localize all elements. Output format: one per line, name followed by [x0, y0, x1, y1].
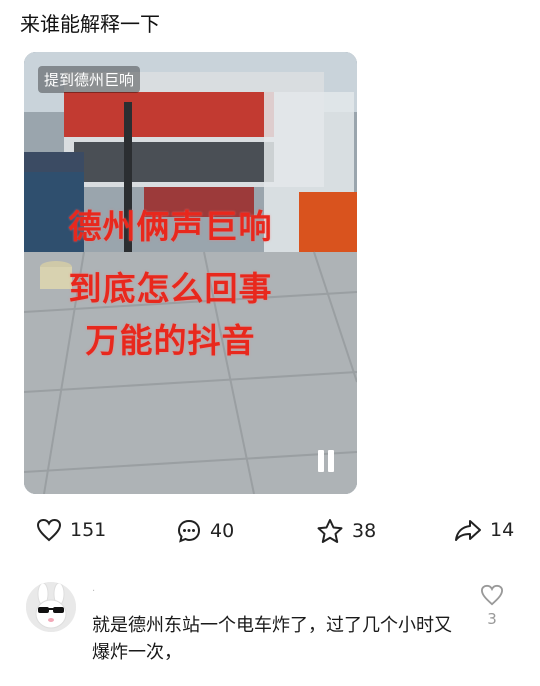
favorite-button[interactable]: 38 [316, 518, 376, 544]
comment-item: · 就是德州东站一个电车炸了，过了几个小时又爆炸一次， 3 [0, 576, 540, 686]
avatar[interactable] [26, 582, 76, 632]
heart-icon [36, 518, 62, 542]
comment-icon [177, 519, 201, 543]
share-icon [455, 520, 481, 541]
comment-text: 就是德州东站一个电车炸了，过了几个小时又爆炸一次， [92, 615, 452, 663]
video-overlay-line-3: 万能的抖音 [85, 321, 256, 360]
star-icon [317, 519, 343, 543]
like-count: 151 [70, 519, 107, 541]
video-topic-tag[interactable]: 提到德州巨响 [38, 66, 141, 93]
post-title: 来谁能解释一下 [20, 12, 160, 36]
share-count: 14 [490, 519, 515, 541]
comment-like-button[interactable]: 3 [478, 584, 506, 628]
comment-author-mark: · [92, 586, 96, 597]
comment-count: 40 [210, 520, 235, 542]
comment-like-count: 3 [487, 610, 497, 628]
like-button[interactable]: 151 [36, 518, 106, 542]
video-overlay-line-1: 德州俩声巨响 [68, 207, 273, 246]
share-button[interactable]: 14 [454, 518, 514, 542]
action-bar: 151 40 38 14 [0, 518, 540, 554]
video-player[interactable]: 提到德州巨响 德州俩声巨响 到底怎么回事 万能的抖音 [24, 52, 357, 494]
favorite-count: 38 [352, 520, 377, 542]
pause-icon[interactable] [315, 450, 337, 472]
video-overlay-line-2: 到底怎么回事 [68, 269, 273, 308]
comment-button[interactable]: 40 [176, 518, 234, 544]
rabbit-avatar-icon [26, 582, 76, 632]
heart-icon [480, 584, 504, 606]
